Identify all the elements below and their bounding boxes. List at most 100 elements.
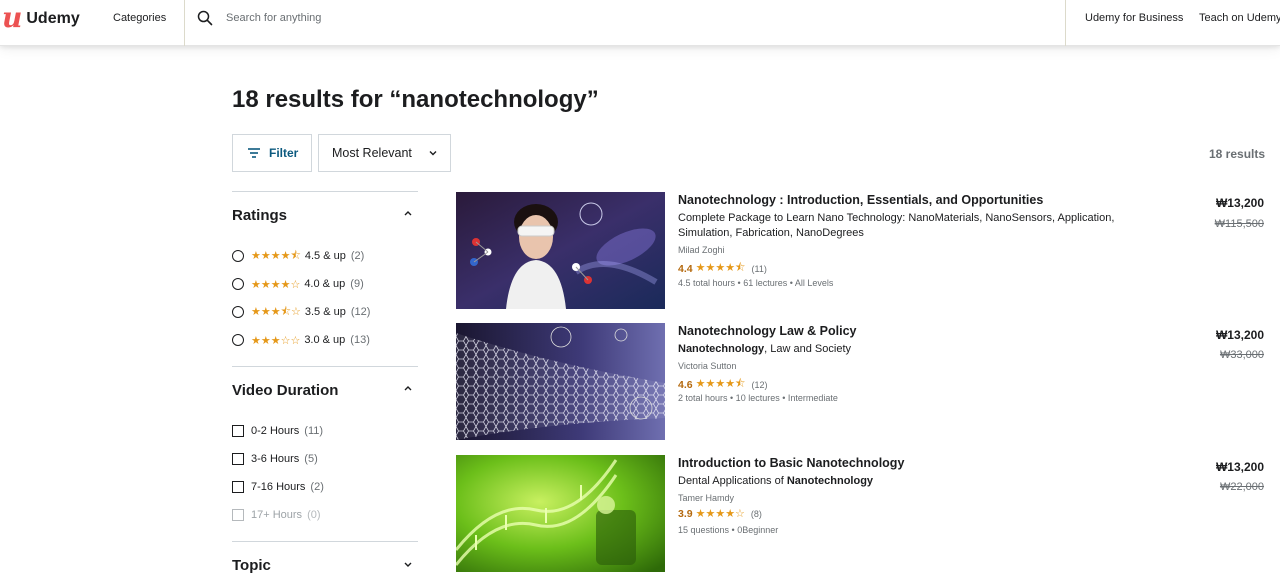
- course-description: Complete Package to Learn Nano Technolog…: [678, 212, 1115, 239]
- divider: [232, 541, 418, 542]
- divider: [232, 366, 418, 367]
- top-header: u Udemy Categories Udemy for Business Te…: [0, 0, 1280, 46]
- course-rating: 4.6 ★★★★⯪ (12): [678, 375, 768, 394]
- course-original-price: ₩33,000: [1219, 349, 1264, 361]
- search-bar: [184, 0, 1066, 46]
- course-thumbnail[interactable]: [456, 455, 665, 572]
- duration-option[interactable]: 3-6 Hours (5): [232, 451, 318, 467]
- star-rating-icon: ★★★★⯪: [695, 378, 746, 390]
- course-title[interactable]: Nanotechnology Law & Policy: [678, 324, 857, 338]
- sort-value: Most Relevant: [332, 146, 412, 160]
- rating-option-count: (9): [350, 278, 364, 290]
- search-input[interactable]: [226, 10, 826, 26]
- filter-label: Filter: [269, 146, 299, 160]
- chevron-down-icon[interactable]: [403, 560, 413, 568]
- course-card[interactable]: Nanotechnology : Introduction, Essential…: [456, 192, 1280, 309]
- duration-option-label: 0-2 Hours: [251, 425, 300, 437]
- duration-option-count: (0): [307, 509, 321, 521]
- chevron-up-icon[interactable]: [403, 209, 413, 217]
- course-card[interactable]: Nanotechnology Law & Policy Nanotechnolo…: [456, 323, 1280, 440]
- star-rating-icon: ★★★⯪☆: [251, 305, 301, 318]
- duration-option-label: 7-16 Hours: [251, 481, 306, 493]
- duration-option[interactable]: 0-2 Hours (11): [232, 423, 323, 439]
- result-count: 18 results: [1209, 147, 1266, 161]
- divider: [232, 191, 418, 192]
- course-thumbnail[interactable]: [456, 323, 665, 440]
- course-title[interactable]: Nanotechnology : Introduction, Essential…: [678, 193, 1043, 207]
- course-card[interactable]: Introduction to Basic Nanotechnology Den…: [456, 455, 1280, 572]
- course-original-price: ₩115,500: [1214, 218, 1264, 230]
- star-rating-icon: ★★★★☆: [251, 278, 301, 291]
- star-rating-icon: ★★★★⯪: [251, 249, 301, 262]
- star-rating-icon: ★★★★⯪: [695, 262, 746, 274]
- rating-option-label: 4.5 & up: [304, 250, 346, 262]
- review-count: (11): [751, 263, 767, 274]
- udemy-logo[interactable]: u Udemy: [2, 1, 80, 34]
- rating-value: 4.4: [678, 262, 693, 275]
- course-original-price: ₩22,000: [1219, 481, 1264, 493]
- rating-option-label: 4.0 & up: [304, 278, 346, 290]
- rating-option-label: 3.5 & up: [304, 306, 346, 318]
- review-count: (8): [750, 508, 762, 519]
- course-description-text: Dental Applications of: [678, 475, 787, 487]
- duration-option-label: 3-6 Hours: [251, 453, 300, 465]
- course-price: ₩13,200: [1215, 196, 1264, 210]
- rating-option[interactable]: ★★★⯪☆ 3.5 & up (12): [232, 304, 370, 320]
- udemy-logo-icon: u: [2, 1, 23, 34]
- chevron-up-icon[interactable]: [403, 384, 413, 392]
- topic-heading[interactable]: Topic: [232, 557, 271, 574]
- udemy-for-business-link[interactable]: Udemy for Business: [1085, 12, 1183, 24]
- page-title: 18 results for “nanotechnology”: [232, 86, 599, 113]
- course-meta: 15 questions • 0Beginner: [678, 525, 779, 535]
- duration-option-label: 17+ Hours: [251, 509, 303, 521]
- rating-option[interactable]: ★★★★⯪ 4.5 & up (2): [232, 248, 364, 264]
- radio-button[interactable]: [232, 306, 244, 318]
- course-author: Tamer Hamdy: [678, 493, 735, 503]
- checkbox[interactable]: [232, 453, 244, 465]
- sort-select[interactable]: Most Relevant: [318, 134, 451, 172]
- course-description: Dental Applications of Nanotechnology: [678, 474, 1128, 489]
- course-rating: 3.9 ★★★★☆ (8): [678, 507, 762, 521]
- course-description: Nanotechnology, Law and Society: [678, 342, 1128, 357]
- ratings-heading[interactable]: Ratings: [232, 207, 287, 224]
- star-rating-icon: ★★★★☆: [695, 508, 745, 520]
- rating-option-label: 3.0 & up: [304, 334, 346, 346]
- duration-option-count: (11): [304, 425, 324, 437]
- categories-menu[interactable]: Categories: [113, 12, 166, 24]
- rating-option[interactable]: ★★★★☆ 4.0 & up (9): [232, 276, 364, 292]
- rating-value: 3.9: [678, 507, 693, 520]
- checkbox[interactable]: [232, 425, 244, 437]
- radio-button[interactable]: [232, 250, 244, 262]
- course-meta: 2 total hours • 10 lectures • Intermedia…: [678, 393, 838, 403]
- course-rating: 4.4 ★★★★⯪ (11): [678, 259, 767, 278]
- course-thumbnail[interactable]: [456, 192, 665, 309]
- duration-option-count: (2): [310, 481, 324, 493]
- search-icon[interactable]: [197, 10, 213, 26]
- course-meta: 4.5 total hours • 61 lectures • All Leve…: [678, 278, 834, 288]
- course-description-text: , Law and Society: [764, 343, 852, 355]
- rating-option[interactable]: ★★★☆☆ 3.0 & up (13): [232, 332, 370, 348]
- course-title[interactable]: Introduction to Basic Nanotechnology: [678, 456, 904, 470]
- duration-option[interactable]: 7-16 Hours (2): [232, 479, 324, 495]
- course-author: Victoria Sutton: [678, 361, 737, 371]
- filter-button[interactable]: Filter: [232, 134, 312, 172]
- course-price: ₩13,200: [1215, 328, 1264, 342]
- duration-option: 17+ Hours (0): [232, 507, 321, 523]
- course-description-highlight: Nanotechnology: [678, 343, 765, 355]
- chevron-down-icon: [429, 151, 437, 156]
- teach-on-udemy-link[interactable]: Teach on Udemy: [1199, 12, 1280, 24]
- duration-option-count: (5): [304, 453, 318, 465]
- radio-button[interactable]: [232, 334, 244, 346]
- star-rating-icon: ★★★☆☆: [251, 334, 301, 347]
- checkbox: [232, 509, 244, 521]
- rating-option-count: (12): [350, 306, 371, 318]
- course-description-highlight: Nanotechnology: [786, 475, 874, 487]
- radio-button[interactable]: [232, 278, 244, 290]
- video-duration-heading[interactable]: Video Duration: [232, 382, 338, 399]
- course-price: ₩13,200: [1215, 460, 1264, 474]
- review-count: (12): [751, 379, 768, 390]
- logo-text: Udemy: [26, 10, 80, 27]
- rating-value: 4.6: [678, 378, 693, 391]
- rating-option-count: (13): [350, 334, 370, 346]
- checkbox[interactable]: [232, 481, 244, 493]
